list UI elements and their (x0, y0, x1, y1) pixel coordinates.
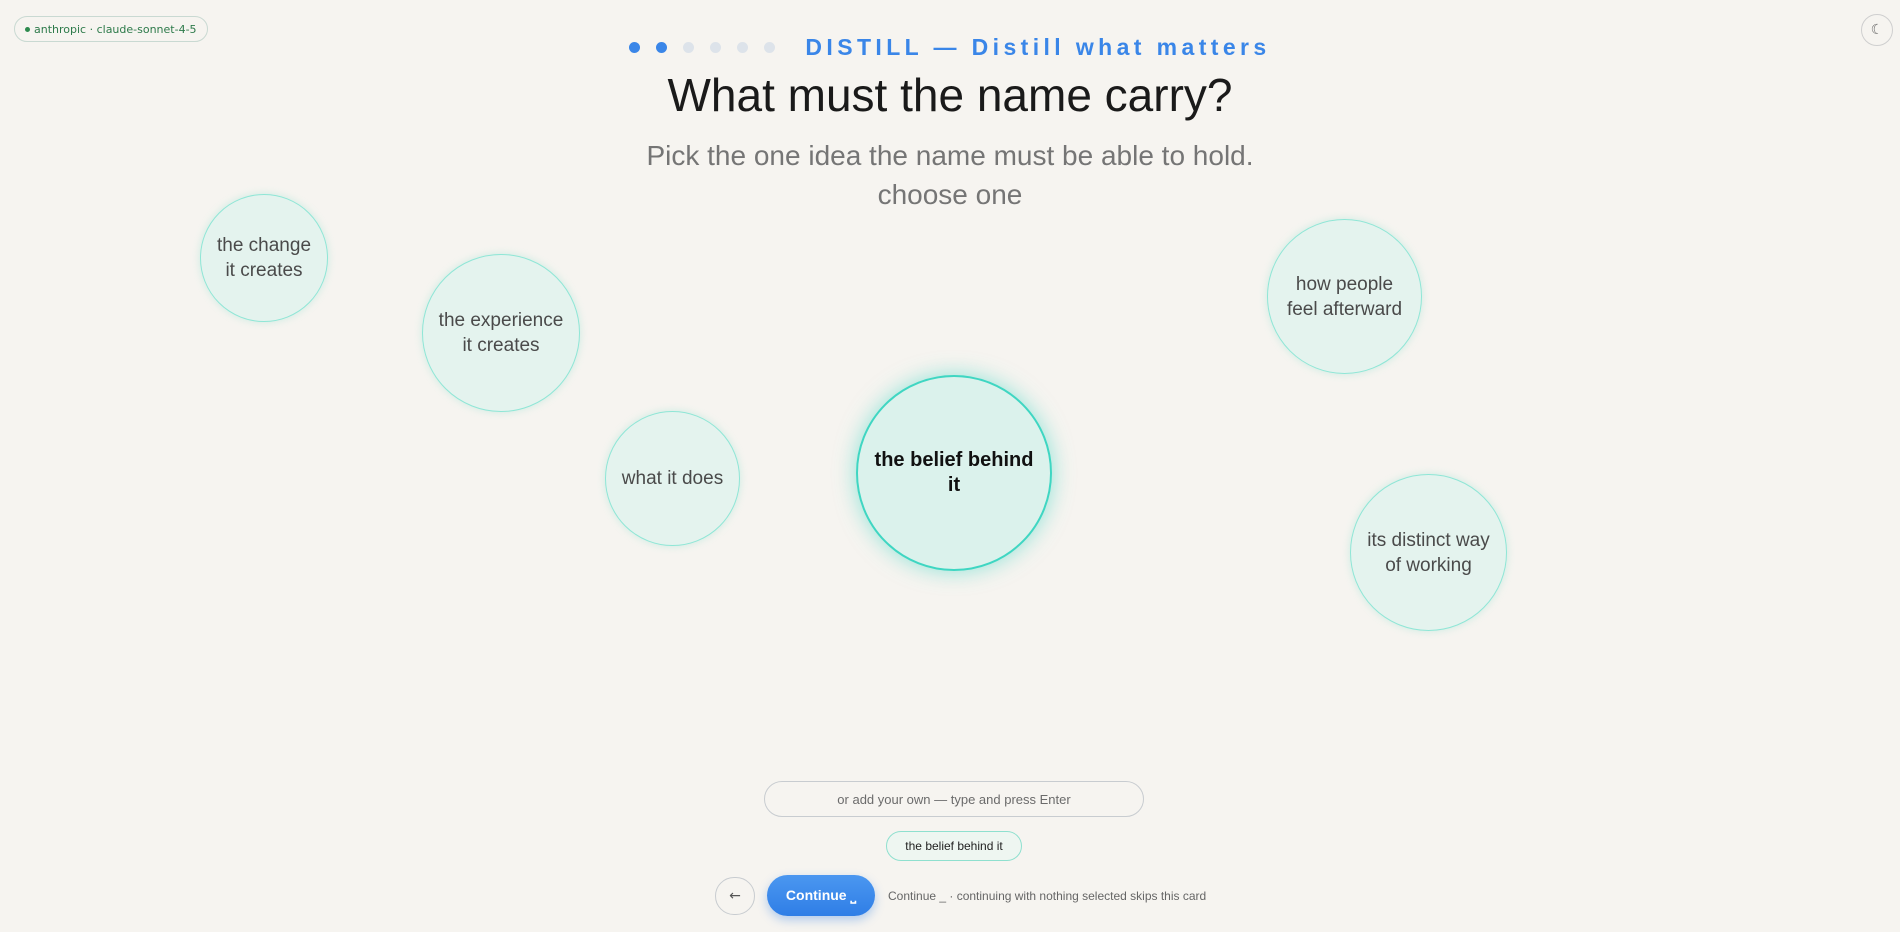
selected-chip[interactable]: the belief behind it (886, 831, 1022, 861)
progress-dot-3 (683, 42, 695, 53)
status-dot-icon (25, 26, 30, 32)
subtitle-instruction: Pick the one idea the name must be able … (646, 140, 1254, 171)
option-bubble-what-it-does[interactable]: what it does (605, 411, 740, 546)
step-label: DISTILL — Distill what matters (805, 34, 1271, 60)
option-bubble-change[interactable]: the change it creates (200, 194, 328, 322)
progress-dots (629, 42, 776, 53)
option-bubble-distinct-way[interactable]: its distinct way of working (1350, 474, 1507, 631)
custom-option-input[interactable] (764, 781, 1144, 817)
option-label: how people feel afterward (1286, 273, 1403, 320)
option-bubble-experience[interactable]: the experience it creates (422, 254, 580, 412)
continue-hint: Continue _ · continuing with nothing sel… (888, 889, 1207, 903)
progress-dot-2 (656, 42, 668, 53)
option-label: its distinct way of working (1367, 529, 1490, 576)
option-label: the experience it creates (438, 310, 564, 356)
option-label: the belief behind it (874, 449, 1034, 496)
progress-header: DISTILL — Distill what matters (0, 34, 1900, 61)
back-button[interactable]: ← (715, 877, 755, 915)
option-bubble-belief-selected[interactable]: the belief behind it (856, 375, 1052, 571)
page: anthropic · claude-sonnet-4-5 ☾ DISTILL … (0, 0, 1900, 932)
progress-dot-4 (710, 42, 722, 53)
progress-dot-5 (737, 42, 749, 53)
progress-dot-1 (629, 42, 641, 53)
progress-dot-6 (764, 42, 776, 53)
continue-label: Continue ⎵ (785, 887, 857, 903)
continue-button[interactable]: Continue ⎵ (767, 875, 875, 916)
arrow-left-icon: ← (729, 888, 741, 904)
page-title: What must the name carry? (667, 69, 1233, 121)
option-label: what it does (621, 468, 724, 489)
option-bubble-feel-afterward[interactable]: how people feel afterward (1267, 219, 1422, 374)
option-label: the change it creates (216, 235, 312, 281)
